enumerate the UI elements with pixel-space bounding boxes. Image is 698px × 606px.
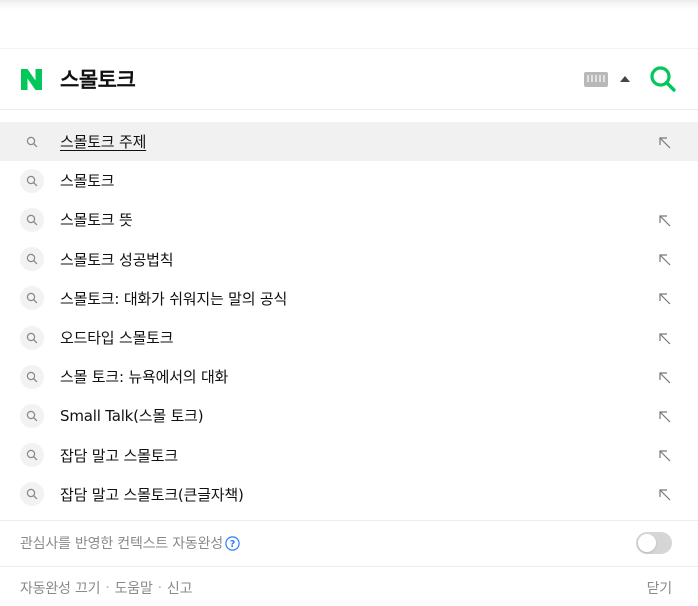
suggestion-text: 잡담 말고 스몰토크(큰글자책) xyxy=(60,485,244,504)
fill-query-arrow-icon[interactable] xyxy=(658,487,672,501)
search-icon xyxy=(20,247,44,272)
keyboard-icon[interactable] xyxy=(584,71,608,87)
suggestion-item[interactable]: Small Talk(스몰 토크) xyxy=(0,396,698,435)
fill-query-arrow-icon[interactable] xyxy=(658,252,672,266)
fill-query-arrow-icon[interactable] xyxy=(658,135,672,149)
fill-query-arrow-icon[interactable] xyxy=(658,213,672,227)
suggestion-text: 스몰토크 뜻 xyxy=(60,211,133,230)
suggestion-text: 오드타입 스몰토크 xyxy=(60,329,174,348)
fill-query-arrow-icon[interactable] xyxy=(658,291,672,305)
context-autocomplete-label: 관심사를 반영한 컨텍스트 자동완성 xyxy=(20,536,223,553)
suggestion-item[interactable]: 스몰토크 뜻 xyxy=(0,200,698,239)
search-icon xyxy=(20,482,44,507)
toggle-knob xyxy=(638,534,656,553)
suggestion-text: 스몰토크 xyxy=(60,172,115,191)
help-icon[interactable]: ? xyxy=(225,536,240,551)
search-icon xyxy=(20,364,44,389)
context-autocomplete-row: 관심사를 반영한 컨텍스트 자동완성 ? xyxy=(0,519,698,566)
report-link[interactable]: 신고 xyxy=(167,578,193,598)
search-box: 스몰토크 xyxy=(0,48,698,110)
search-button[interactable] xyxy=(648,64,678,94)
search-icon xyxy=(20,207,44,232)
search-icon xyxy=(20,403,44,428)
search-icon xyxy=(650,66,676,92)
fill-query-arrow-icon[interactable] xyxy=(658,409,672,423)
context-autocomplete-toggle[interactable] xyxy=(636,532,672,555)
fill-query-arrow-icon[interactable] xyxy=(658,448,672,462)
autocomplete-off-link[interactable]: 자동완성 끄기 xyxy=(20,578,101,598)
suggestion-text: 스몰토크 주제 xyxy=(60,133,147,152)
suggestion-text: 스몰 토크: 뉴욕에서의 대화 xyxy=(60,368,229,387)
search-icon xyxy=(20,325,44,350)
footer: 자동완성 끄기 · 도움말 · 신고 닫기 xyxy=(0,565,698,606)
suggestion-item[interactable]: 잡담 말고 스몰토크(큰글자책) xyxy=(0,475,698,514)
close-link[interactable]: 닫기 xyxy=(647,578,673,598)
fill-query-arrow-icon[interactable] xyxy=(658,331,672,345)
suggestion-list: 스몰토크 주제스몰토크스몰토크 뜻스몰토크 성공법칙스몰토크: 대화가 쉬워지는… xyxy=(0,110,698,514)
browser-top-strip xyxy=(0,0,698,48)
suggestion-item[interactable]: 스몰토크 주제 xyxy=(0,122,698,162)
help-link[interactable]: 도움말 xyxy=(115,578,153,598)
search-icon xyxy=(20,286,44,311)
separator-dot: · xyxy=(157,580,162,597)
suggestion-item[interactable]: 스몰토크 xyxy=(0,161,698,200)
suggestion-item[interactable]: 스몰토크: 대화가 쉬워지는 말의 공식 xyxy=(0,279,698,318)
search-icon xyxy=(20,168,44,193)
naver-logo-icon[interactable] xyxy=(19,67,44,92)
suggestion-item[interactable]: 오드타입 스몰토크 xyxy=(0,318,698,357)
suggestion-text: 스몰토크: 대화가 쉬워지는 말의 공식 xyxy=(60,289,288,308)
search-query-text[interactable]: 스몰토크 xyxy=(60,64,584,94)
suggestion-text: 잡담 말고 스몰토크 xyxy=(60,446,178,465)
separator-dot: · xyxy=(105,580,110,597)
fill-query-arrow-icon[interactable] xyxy=(658,370,672,384)
suggestion-item[interactable]: 스몰토크 성공법칙 xyxy=(0,240,698,279)
collapse-caret-icon[interactable] xyxy=(620,76,630,82)
search-icon xyxy=(20,443,44,468)
suggestion-text: Small Talk(스몰 토크) xyxy=(60,407,204,426)
suggestion-item[interactable]: 잡담 말고 스몰토크 xyxy=(0,436,698,475)
svg-text:?: ? xyxy=(230,539,236,550)
search-icon xyxy=(20,130,44,154)
suggestion-text: 스몰토크 성공법칙 xyxy=(60,250,174,269)
suggestion-item[interactable]: 스몰 토크: 뉴욕에서의 대화 xyxy=(0,357,698,396)
